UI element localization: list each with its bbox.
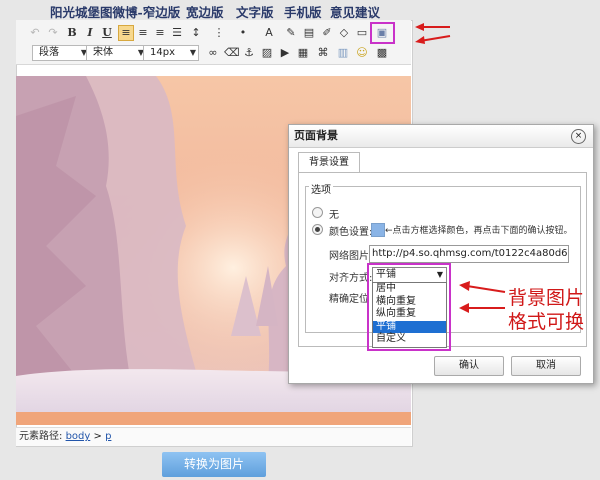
code-icon[interactable]: ⌘ [316, 46, 330, 60]
bold-button[interactable]: B [65, 26, 79, 40]
element-path-body-link[interactable]: body [66, 431, 91, 442]
redo-icon[interactable]: ↷ [46, 26, 60, 40]
cancel-button[interactable]: 取消 [511, 356, 581, 376]
nav-link-mobile[interactable]: 手机版 [284, 2, 322, 21]
annotation-line-1: 背景图片 [508, 287, 585, 309]
link-icon[interactable]: ∞ [206, 46, 220, 60]
table-icon[interactable]: ▦ [296, 46, 310, 60]
emoticon-icon[interactable]: ☺ [355, 46, 369, 60]
highlight-icon[interactable]: ✎ [284, 26, 298, 40]
justify-icon[interactable]: ☰ [170, 26, 184, 40]
dialog-title[interactable]: 页面背景 [289, 125, 593, 148]
top-nav: 阳光城堡图微博-窄边版 宽边版 文字版 手机版 意见建议 [0, 0, 600, 20]
annotation-text: 背景图片 格式可换 [508, 286, 600, 334]
align-left-icon[interactable]: ≡ [118, 25, 134, 41]
radio-none[interactable] [312, 207, 323, 218]
line-height-icon[interactable]: ↕ [189, 26, 203, 40]
align-center-icon[interactable]: ≡ [136, 26, 150, 40]
net-image-url-input[interactable]: http://p4.so.qhmsg.com/t0122c4a80d6947aa… [369, 245, 569, 263]
clear-format-icon[interactable]: ▭ [355, 26, 369, 40]
element-path-bar: 元素路径: body > p [16, 427, 411, 446]
ordered-list-icon[interactable]: ⋮ [212, 26, 226, 40]
image-icon[interactable]: ▨ [260, 46, 274, 60]
chevron-down-icon: ▼ [189, 48, 196, 57]
undo-icon[interactable]: ↶ [28, 26, 42, 40]
template-icon[interactable]: ▥ [336, 46, 350, 60]
paragraph-value: 段落 [39, 47, 59, 58]
net-image-label: 网络图片: [329, 251, 373, 262]
video-icon[interactable]: ▶ [278, 46, 292, 60]
nav-link-feedback[interactable]: 意见建议 [330, 2, 380, 21]
font-family-value: 宋体 [93, 47, 113, 58]
element-path-separator: > [93, 431, 102, 442]
page-background-dialog: 页面背景 × 背景设置 选项 无 颜色设置: ←点击方框选择颜色，再点击下面的确… [288, 124, 594, 384]
pointer-arrow-icon [415, 23, 451, 44]
convert-to-image-button[interactable]: 转换为图片 [162, 452, 266, 477]
nav-link-wide[interactable]: 宽边版 [186, 2, 224, 21]
eraser-icon[interactable]: ◇ [337, 26, 351, 40]
element-path-label: 元素路径: [19, 431, 63, 442]
font-family-dropdown[interactable]: 宋体 ▼ [86, 45, 147, 61]
map-icon[interactable]: ▩ [375, 46, 389, 60]
save-icon[interactable]: ▤ [302, 26, 316, 40]
tab-background-settings[interactable]: 背景设置 [298, 152, 360, 173]
nav-link-narrow[interactable]: 阳光城堡图微博-窄边版 [50, 2, 180, 21]
underline-button[interactable]: U [100, 26, 114, 40]
unlink-icon[interactable]: ⌫ [224, 46, 240, 60]
pointer-arrow-icon [459, 281, 506, 313]
unordered-list-icon[interactable]: • [236, 26, 250, 40]
color-picker-swatch[interactable] [371, 223, 385, 237]
paragraph-dropdown[interactable]: 段落 ▼ [32, 45, 90, 61]
font-color-button[interactable]: A [262, 26, 276, 40]
editor-toolbar: ↶ ↷ B I U ≡ ≡ ≡ ☰ ↕ ⋮ • A ✎ ▤ ✐ ◇ ▭ ▣ 段落… [16, 20, 411, 65]
anchor-icon[interactable]: ⚓ [242, 46, 256, 60]
brush-icon[interactable]: ✐ [320, 26, 334, 40]
option-none-label: 无 [329, 210, 339, 221]
precise-position-label: 精确定位 [329, 294, 369, 305]
font-size-value: 14px [150, 47, 175, 58]
align-label: 对齐方式: [329, 273, 373, 284]
radio-color[interactable] [312, 224, 323, 235]
align-right-icon[interactable]: ≡ [153, 26, 167, 40]
background-button-highlight [370, 22, 395, 44]
color-hint-text: ←点击方框选择颜色，再点击下面的确认按钮。 [385, 226, 573, 236]
close-icon[interactable]: × [571, 129, 586, 144]
font-size-dropdown[interactable]: 14px ▼ [143, 45, 199, 61]
italic-button[interactable]: I [83, 26, 97, 40]
ok-button[interactable]: 确认 [434, 356, 504, 376]
element-path-p-link[interactable]: p [105, 431, 111, 442]
options-legend: 选项 [309, 181, 333, 196]
nav-link-text[interactable]: 文字版 [236, 2, 274, 21]
align-dropdown-highlight [367, 263, 451, 351]
option-color-label: 颜色设置: [329, 227, 373, 238]
annotation-line-2: 格式可换 [508, 311, 585, 333]
